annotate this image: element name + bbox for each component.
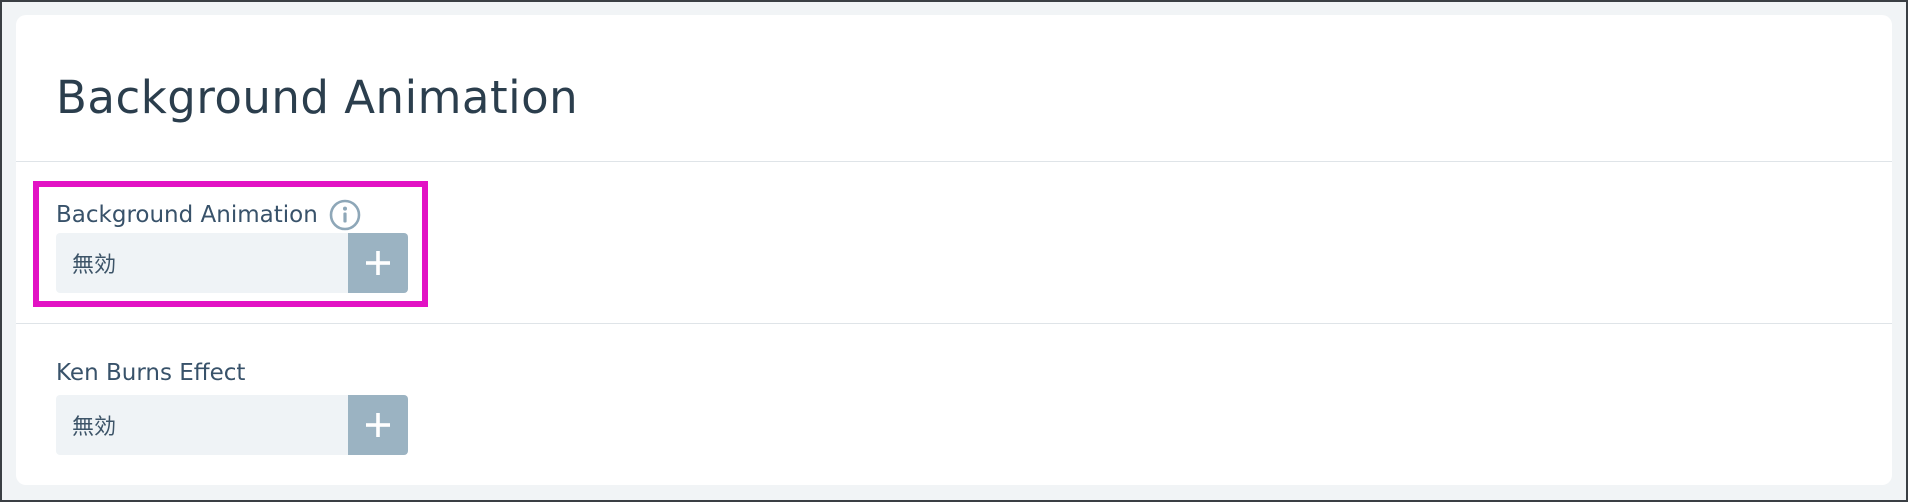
panel-title: Background Animation: [56, 71, 579, 124]
highlight-box: [33, 181, 428, 307]
ken-burns-effect-value[interactable]: 無効: [56, 395, 348, 455]
divider: [16, 323, 1892, 324]
ken-burns-effect-add-button[interactable]: [348, 395, 408, 455]
divider: [16, 161, 1892, 162]
ken-burns-effect-label: Ken Burns Effect: [56, 362, 245, 385]
ken-burns-effect-select[interactable]: 無効: [56, 395, 408, 455]
ken-burns-effect-label-text: Ken Burns Effect: [56, 360, 246, 386]
plus-icon: [366, 413, 390, 437]
